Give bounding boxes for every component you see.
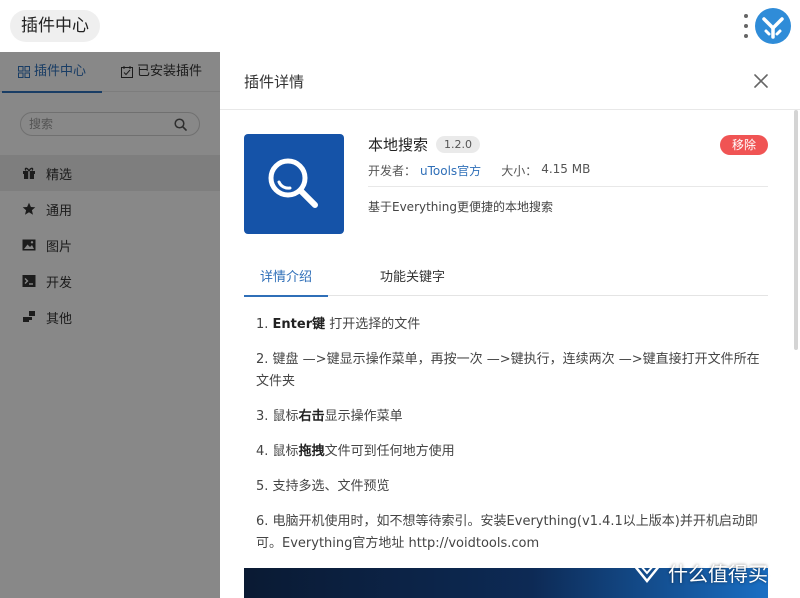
watermark: 什么值得买 [632,558,768,587]
feature-item: 1. Enter键 打开选择的文件 [256,317,421,332]
detail-tabs: 详情介绍 功能关键字 [243,260,768,297]
plugin-description: 基于Everything更便捷的本地搜索 [368,200,553,214]
plugin-icon [244,134,344,234]
scrollbar[interactable] [794,110,798,350]
size-label: 大小： [501,164,538,178]
modal-backdrop[interactable] [0,52,220,598]
tab-keywords[interactable]: 功能关键字 [380,260,445,296]
smzdm-logo-icon [633,563,661,583]
size-value: 4.15 MB [541,162,591,176]
version-badge: 1.2.0 [436,136,481,153]
watermark-text: 什么值得买 [668,562,768,586]
feature-item: 3. 鼠标右击显示操作菜单 [256,409,403,424]
feature-item: 6. 电脑开机使用时，如不想等待索引。安装Everything(v1.4.1以上… [256,514,758,551]
app-title: 插件中心 [10,10,100,42]
plugin-name: 本地搜索 [368,136,429,154]
top-bar: 插件中心 [0,0,800,52]
plugin-name-row: 本地搜索 1.2.0 [368,134,481,155]
more-menu-icon[interactable] [741,14,751,38]
meta-divider [368,186,768,187]
developer-link[interactable]: uTools官方 [420,162,481,179]
remove-button[interactable]: 移除 [720,135,768,155]
detail-header: 插件详情 [220,52,800,110]
feature-list: 1. Enter键 打开选择的文件 2. 键盘 —>键显示操作菜单，再按一次 —… [256,314,766,568]
magnifier-icon [268,158,318,208]
feature-item: 2. 键盘 —>键显示操作菜单，再按一次 —>键执行，连续两次 —>键直接打开文… [256,352,760,389]
plugin-meta: 开发者： uTools官方 大小： 4.15 MB [368,162,590,179]
feature-item: 4. 鼠标拖拽文件可到任何地方使用 [256,444,455,459]
close-icon[interactable] [753,73,769,89]
tab-details[interactable]: 详情介绍 [243,260,329,297]
detail-title: 插件详情 [244,73,305,91]
plugin-detail-panel: 插件详情 本地搜索 1.2.0 移除 开发者： uTools官方 大小： 4.1… [220,52,800,598]
feature-item: 5. 支持多选、文件预览 [256,479,390,494]
developer-label: 开发者： [368,164,417,178]
utools-logo-icon[interactable] [755,8,791,44]
